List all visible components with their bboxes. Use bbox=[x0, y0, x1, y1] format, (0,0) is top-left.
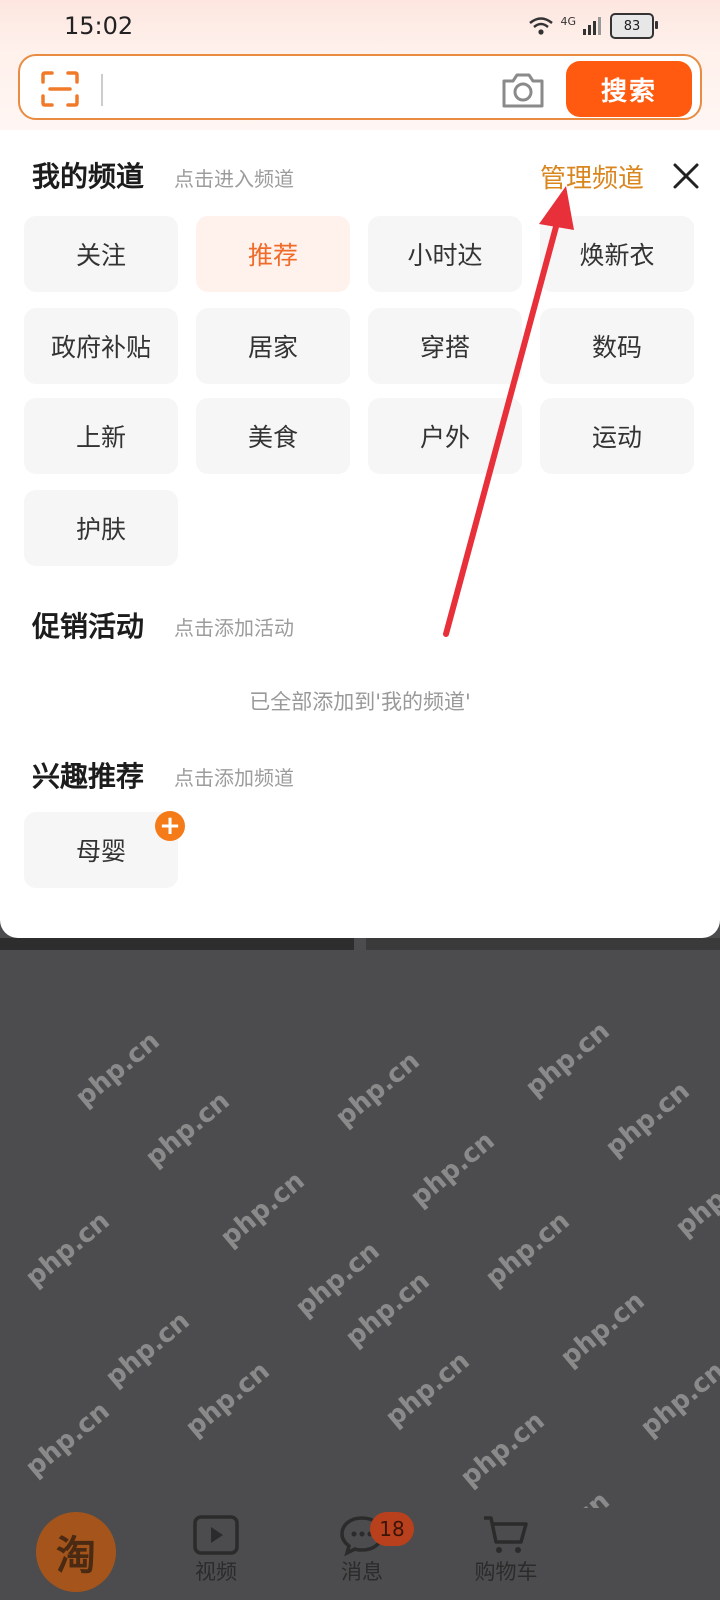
add-plus-icon[interactable]: + bbox=[155, 811, 185, 841]
watermark-text: php.cn bbox=[455, 1406, 551, 1493]
channel-chip[interactable]: 上新 bbox=[24, 398, 178, 474]
message-count-badge: 18 bbox=[370, 1512, 414, 1546]
watermark-text: php.cn bbox=[330, 1046, 426, 1133]
cart-icon bbox=[484, 1516, 528, 1553]
taobao-logo-tab[interactable]: 淘 bbox=[36, 1512, 116, 1592]
channel-chip[interactable]: 穿搭 bbox=[368, 308, 522, 384]
status-icons: 4G 83 bbox=[528, 13, 658, 39]
text-cursor bbox=[101, 74, 103, 106]
promotions-empty-message: 已全部添加到'我的频道' bbox=[249, 690, 471, 714]
tab-cart-label: 购物车 bbox=[474, 1560, 538, 1584]
feed-image-edge bbox=[0, 938, 354, 950]
watermark-text: php.cn bbox=[20, 1396, 116, 1483]
promotions-subtitle: 点击添加活动 bbox=[174, 616, 294, 640]
watermark-text: php.cn bbox=[100, 1306, 196, 1393]
channel-chip[interactable]: 居家 bbox=[196, 308, 350, 384]
channel-chip[interactable]: 护肤 bbox=[24, 490, 178, 566]
watermark-text: php.cn bbox=[480, 1206, 576, 1293]
channel-chip[interactable]: 焕新衣 bbox=[540, 216, 694, 292]
tab-messages-label: 消息 bbox=[341, 1560, 383, 1584]
watermark-text: php.cn bbox=[215, 1166, 311, 1253]
watermark-text: php.cn bbox=[555, 1286, 651, 1373]
watermark-text: php.cn bbox=[20, 1206, 116, 1293]
channel-chip[interactable]: 数码 bbox=[540, 308, 694, 384]
interests-subtitle: 点击添加频道 bbox=[174, 766, 294, 790]
video-icon bbox=[193, 1515, 239, 1555]
signal-icon bbox=[583, 17, 601, 35]
my-channels-title: 我的频道 bbox=[32, 160, 145, 193]
tab-video[interactable]: 视频 bbox=[156, 1514, 276, 1586]
feed-image-edge bbox=[366, 938, 720, 950]
tab-cart[interactable]: 购物车 bbox=[446, 1514, 566, 1586]
network-type: 4G bbox=[560, 14, 576, 28]
watermark-text: php.cn bbox=[670, 1156, 720, 1243]
my-channels-subtitle: 点击进入频道 bbox=[174, 167, 294, 191]
channel-chip[interactable]: 小时达 bbox=[368, 216, 522, 292]
watermark-text: php.cn bbox=[140, 1086, 236, 1173]
channel-chip[interactable]: 运动 bbox=[540, 398, 694, 474]
watermark-text: php.cn bbox=[600, 1076, 696, 1163]
search-button[interactable]: 搜索 bbox=[566, 61, 692, 117]
promotions-title: 促销活动 bbox=[32, 610, 145, 643]
watermark-text: php.cn bbox=[180, 1356, 276, 1443]
channel-chip[interactable]: 关注 bbox=[24, 216, 178, 292]
watermark-text: php.cn bbox=[405, 1126, 501, 1213]
watermark-text: php.cn bbox=[520, 1016, 616, 1103]
watermark-text: php.cn bbox=[70, 1026, 166, 1113]
status-time: 15:02 bbox=[64, 12, 134, 40]
battery-level: 83 bbox=[623, 18, 641, 34]
scan-icon[interactable] bbox=[40, 70, 80, 108]
channel-chip[interactable]: 美食 bbox=[196, 398, 350, 474]
channel-chip[interactable]: 推荐 bbox=[196, 216, 350, 292]
battery-icon: 83 bbox=[610, 13, 658, 39]
tab-video-label: 视频 bbox=[195, 1560, 237, 1584]
manage-channels-link[interactable]: 管理频道 bbox=[540, 158, 644, 195]
wifi-icon bbox=[529, 17, 554, 35]
watermark-text: php.cn bbox=[635, 1356, 720, 1443]
interests-title: 兴趣推荐 bbox=[32, 760, 145, 793]
watermark-text: php.cn bbox=[380, 1346, 476, 1433]
camera-icon[interactable] bbox=[500, 70, 546, 110]
channel-chip[interactable]: 政府补贴 bbox=[24, 308, 178, 384]
channel-chip[interactable]: 户外 bbox=[368, 398, 522, 474]
close-icon[interactable] bbox=[672, 162, 700, 190]
